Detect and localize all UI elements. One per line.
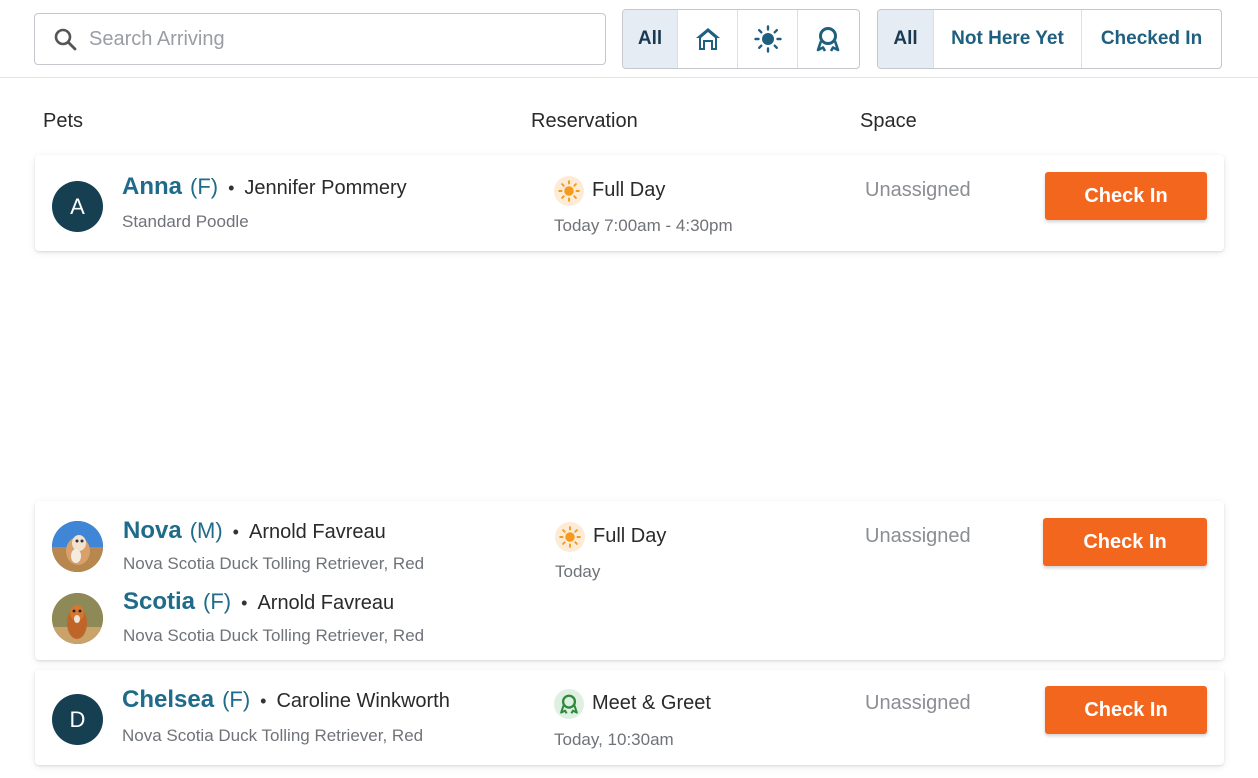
pet-breed: Standard Poodle bbox=[122, 212, 249, 231]
meet-greet-icon bbox=[554, 689, 584, 719]
sun-icon bbox=[555, 522, 585, 552]
sun-icon bbox=[753, 25, 782, 53]
reservation-row[interactable]: A Anna (F) • Jennifer Pommery Standard P… bbox=[35, 155, 1224, 251]
pet-sex: (F) bbox=[190, 174, 219, 199]
house-icon bbox=[695, 28, 720, 50]
pet-sex: (M) bbox=[189, 518, 223, 543]
status-filter-all[interactable]: All bbox=[878, 10, 934, 68]
separator-dot: • bbox=[260, 691, 267, 711]
status-filter: All Not Here Yet Checked In bbox=[877, 9, 1222, 69]
owner-name[interactable]: Caroline Winkworth bbox=[276, 690, 449, 713]
separator-dot: • bbox=[232, 522, 239, 542]
pet-breed: Nova Scotia Duck Tolling Retriever, Red bbox=[123, 626, 425, 645]
pet-sex: (F) bbox=[203, 589, 232, 614]
check-in-button[interactable]: Check In bbox=[1045, 686, 1207, 734]
filter-bar: All bbox=[0, 0, 1258, 78]
check-in-button[interactable]: Check In bbox=[1045, 172, 1207, 220]
type-filter-all[interactable]: All bbox=[623, 10, 678, 68]
check-in-button[interactable]: Check In bbox=[1043, 518, 1207, 566]
space-assignment[interactable]: Unassigned bbox=[865, 692, 971, 715]
type-filter-meet-greet[interactable] bbox=[798, 10, 858, 68]
type-filter-daycare[interactable] bbox=[738, 10, 798, 68]
search-input[interactable] bbox=[89, 27, 569, 51]
reservation-type: Full Day bbox=[592, 179, 666, 201]
column-header-space: Space bbox=[860, 110, 917, 132]
column-header-pets: Pets bbox=[43, 110, 84, 132]
pet-line: Anna (F) • Jennifer Pommery bbox=[122, 173, 407, 201]
owner-name[interactable]: Arnold Favreau bbox=[257, 592, 394, 615]
pet-photo-avatar bbox=[52, 593, 103, 644]
space-assignment[interactable]: Unassigned bbox=[865, 179, 971, 202]
avatar: A bbox=[52, 181, 103, 232]
owner-name[interactable]: Arnold Favreau bbox=[249, 521, 386, 544]
space-assignment[interactable]: Unassigned bbox=[865, 525, 971, 548]
separator-dot: • bbox=[228, 178, 235, 198]
pet-photo-avatar bbox=[52, 521, 103, 572]
pet-line: Scotia (F) • Arnold Favreau bbox=[123, 588, 394, 616]
reservation-time: Today 7:00am - 4:30pm bbox=[554, 216, 733, 235]
reservation-time: Today, 10:30am bbox=[554, 730, 674, 749]
status-filter-not-here-yet[interactable]: Not Here Yet bbox=[934, 10, 1082, 68]
pet-line: Nova (M) • Arnold Favreau bbox=[123, 517, 386, 545]
reservation-row[interactable]: Nova (M) • Arnold Favreau Nova Scotia Du… bbox=[35, 501, 1224, 660]
reservation-row[interactable]: D Chelsea (F) • Caroline Winkworth Nova … bbox=[35, 670, 1224, 765]
avatar: D bbox=[52, 694, 103, 745]
search-icon bbox=[54, 28, 77, 51]
reservation-time: Today bbox=[555, 562, 601, 581]
reservation-type: Full Day bbox=[593, 525, 667, 547]
pet-line: Chelsea (F) • Caroline Winkworth bbox=[122, 686, 450, 714]
pet-name[interactable]: Anna bbox=[122, 173, 182, 201]
meet-greet-icon bbox=[816, 27, 840, 52]
separator-dot: • bbox=[241, 593, 248, 613]
pet-name[interactable]: Nova bbox=[123, 517, 182, 545]
pet-breed: Nova Scotia Duck Tolling Retriever, Red bbox=[122, 726, 424, 745]
pet-name[interactable]: Scotia bbox=[123, 588, 195, 616]
search-box[interactable] bbox=[34, 13, 606, 65]
status-filter-checked-in[interactable]: Checked In bbox=[1082, 10, 1221, 68]
reservation-type-filter: All bbox=[622, 9, 860, 69]
column-header-reservation: Reservation bbox=[531, 110, 638, 132]
reservation-type: Meet & Greet bbox=[592, 692, 711, 714]
sun-icon bbox=[554, 176, 584, 206]
pet-name[interactable]: Chelsea bbox=[122, 686, 214, 714]
type-filter-boarding[interactable] bbox=[678, 10, 738, 68]
pet-sex: (F) bbox=[222, 687, 251, 712]
owner-name[interactable]: Jennifer Pommery bbox=[244, 177, 406, 200]
pet-breed: Nova Scotia Duck Tolling Retriever, Red bbox=[123, 554, 425, 573]
